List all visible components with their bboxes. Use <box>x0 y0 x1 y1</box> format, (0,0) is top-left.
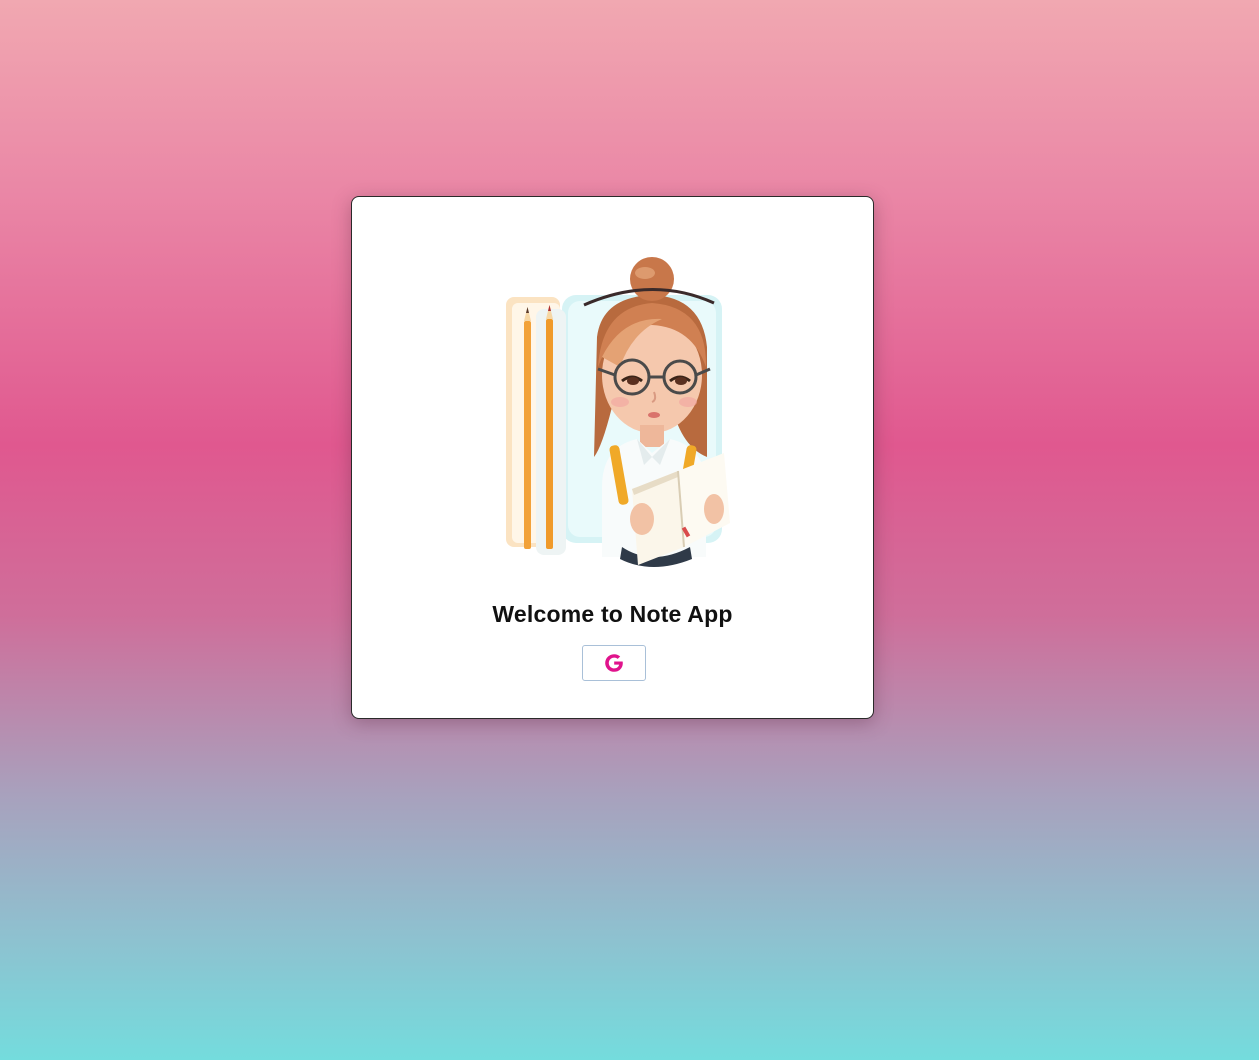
google-icon <box>605 654 623 672</box>
welcome-title: Welcome to Note App <box>492 601 733 627</box>
girl-reading-notebook-illustration <box>506 257 730 567</box>
login-card: Welcome to Note App <box>351 196 874 719</box>
google-sign-in-button[interactable] <box>582 645 646 681</box>
